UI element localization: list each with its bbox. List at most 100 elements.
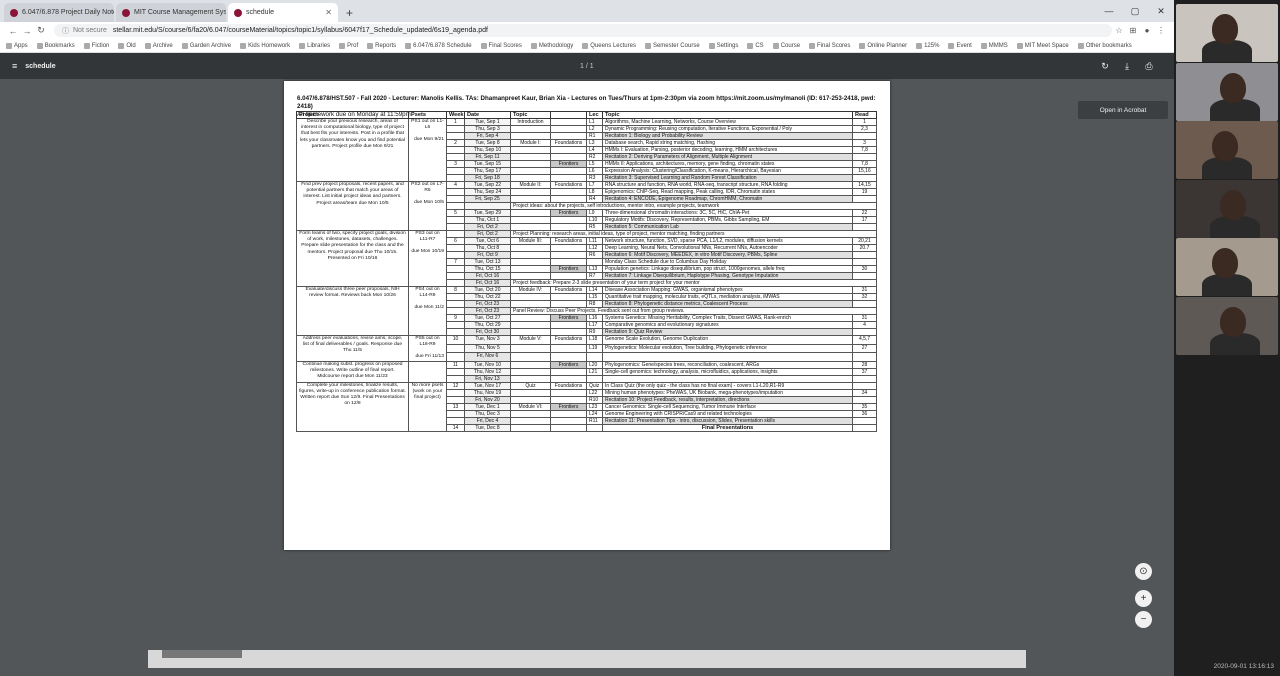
bookmark-label: MMMS [988,42,1008,49]
bookmark-item[interactable]: 6.047/6.878 Schedule [405,42,472,49]
bookmark-item[interactable]: Semester Course [644,42,700,49]
forward-button[interactable]: → [20,26,34,36]
project-cell: Address peer evaluations, revise aims, s… [296,335,409,362]
topic-cell: Cancer Genomics: Single-cell Sequencing,… [602,402,853,411]
bottom-panel [148,650,1026,668]
close-window-button[interactable]: ✕ [1148,6,1174,17]
bookmark-icon [948,42,955,49]
bookmark-label: Queens Lectures [590,42,636,49]
zoom-out-button[interactable]: − [1135,611,1152,628]
lecture-cell: L19 [586,343,603,354]
bookmark-item[interactable]: 125% [916,42,940,49]
minimize-button[interactable]: — [1096,6,1122,16]
topic-cell: Mining human phenotypes: PheWAS, UK Biob… [602,388,853,397]
rotate-icon[interactable]: ↻ [1094,61,1116,72]
address-bar[interactable]: ⓘ Not secure stellar.mit.edu/S/course/6/… [54,24,1112,37]
info-icon[interactable]: ⓘ [62,26,69,36]
week-cell [446,374,465,383]
close-tab-icon[interactable]: ✕ [325,8,332,17]
bookmark-label: 125% [924,42,940,49]
bookmark-item[interactable]: Final Scores [809,42,850,49]
date-cell: Fri, Nov 6 [464,352,511,362]
pdf-viewport[interactable]: 6.047/6.878/HST.507 - Fall 2020 - Lectur… [0,79,1174,676]
topic-cell [602,352,853,362]
lecture-cell: R11 [586,416,603,425]
browser-tab[interactable]: 6.047/6.878 Project Daily Notes✕ [4,3,114,22]
participant-video[interactable] [1176,121,1278,179]
week-cell [446,202,465,210]
reading-cell [852,223,877,231]
participant-video[interactable] [1176,4,1278,62]
browser-tab[interactable]: schedule ✕ [228,3,338,22]
reading-cell [852,132,877,140]
reading-cell: 31 [852,314,877,322]
topic-cell: Database search, Rapid string matching, … [602,139,853,147]
extensions-icon[interactable]: ⊞ [1126,26,1140,35]
menu-icon[interactable]: ⋮ [1154,26,1168,35]
zoom-in-button[interactable]: + [1135,590,1152,607]
topic-cell: Recitation 7: Linkage Disequilibrium, Ha… [602,272,853,280]
bookmark-item[interactable]: Fiction [83,42,109,49]
bookmark-item[interactable]: Queens Lectures [582,42,636,49]
participant-video[interactable] [1176,179,1278,238]
lecture-cell: L22 [586,388,603,397]
bookmark-item[interactable]: Libraries [299,42,330,49]
bookmark-item[interactable]: CS [747,42,764,49]
participant-video[interactable] [1176,238,1278,296]
bookmark-item[interactable]: Old [118,42,136,49]
module-cell [510,328,551,336]
week-cell [446,279,465,287]
pdf-menu-icon[interactable]: ≡ [12,61,17,71]
bookmark-item[interactable]: Event [948,42,972,49]
reading-cell: 28 [852,360,877,369]
lecture-cell: R6 [586,251,603,259]
lecture-cell: L8 [586,188,603,196]
participant-video[interactable] [1176,62,1278,121]
bookmark-item[interactable]: Bookmarks [36,42,75,49]
bookmark-item[interactable]: Other bookmarks [1077,42,1132,49]
date-cell: Fri, Oct 16 [464,279,511,287]
bookmark-item[interactable]: MMMS [980,42,1008,49]
bookmark-item[interactable]: Settings [708,42,738,49]
browser-tab[interactable]: MIT Course Management System✕ [116,3,226,22]
print-icon[interactable]: ⎙ [1138,61,1160,72]
participant-video[interactable] [1176,296,1278,355]
week-cell [446,223,465,231]
date-cell: Tue, Nov 3 [464,335,511,345]
bookmark-item[interactable]: Apps [6,42,28,49]
bookmark-item[interactable]: MIT Meet Space [1016,42,1069,49]
reading-cell [852,395,877,404]
bookmark-item[interactable]: Final Scores [480,42,522,49]
subtopic-cell [550,125,587,133]
bookmark-item[interactable]: Archive [144,42,173,49]
date-cell: Thu, Oct 29 [464,321,511,329]
bookmark-item[interactable]: Prof [339,42,358,49]
date-cell: Fri, Oct 2 [464,223,511,231]
reload-button[interactable]: ↻ [34,25,48,36]
lecture-cell: R2 [586,153,603,161]
star-icon[interactable]: ☆ [1112,26,1126,35]
date-cell: Fri, Oct 16 [464,272,511,280]
date-cell: Fri, Sep 25 [464,195,511,203]
reading-cell: 17 [852,216,877,224]
back-button[interactable]: ← [6,26,20,36]
open-in-acrobat-button[interactable]: Open in Acrobat [1078,101,1168,119]
topic-cell: Regulatory Motifs: Discovery, Representa… [602,216,853,224]
subtopic-cell [550,188,587,196]
new-tab-button[interactable]: + [340,3,359,22]
profile-icon[interactable]: ● [1140,26,1154,35]
reading-cell [852,195,877,203]
maximize-button[interactable]: ▢ [1122,6,1148,17]
download-icon[interactable]: ⤓ [1116,61,1138,72]
bookmark-item[interactable]: Reports [367,42,396,49]
bookmark-icon [708,42,715,49]
pset-due: due Fri 11/13 [415,354,444,360]
bookmark-item[interactable]: Course [772,42,800,49]
fit-page-button[interactable]: ⊙ [1135,563,1152,580]
bookmark-item[interactable]: Kids Homework [240,42,290,49]
bookmark-item[interactable]: Online Planner [859,42,907,49]
week-cell [446,251,465,259]
bookmark-item[interactable]: Garden Archive [181,42,231,49]
date-cell: Fri, Sep 18 [464,174,511,182]
bookmark-item[interactable]: Methodology [530,42,573,49]
